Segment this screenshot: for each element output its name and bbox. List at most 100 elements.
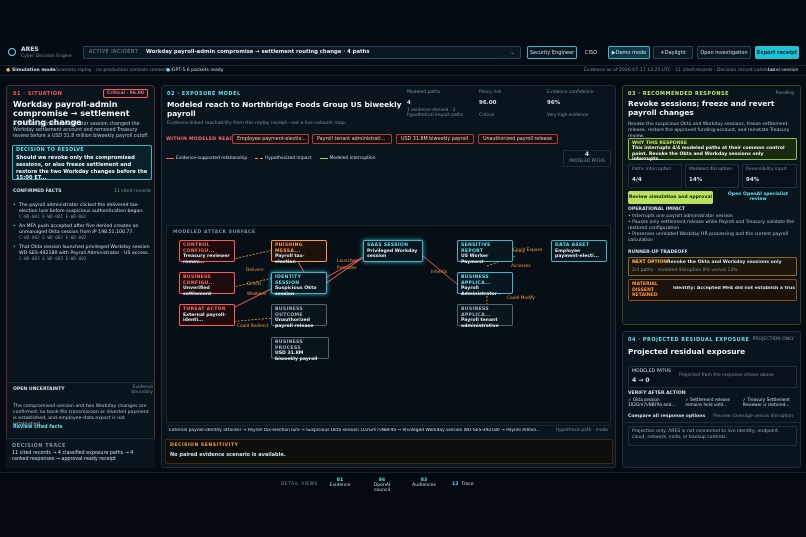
- review-cited-facts-link[interactable]: Review cited facts: [13, 425, 63, 430]
- pending-badge: Pending: [775, 91, 794, 96]
- metric-reversibility: Reversibility input 94%: [742, 164, 797, 188]
- stat-sub: 1 evidence-derived · 3 hypothetical impa…: [407, 108, 464, 119]
- metric-paths: Paths interrupted 4/4: [628, 164, 682, 188]
- op-impact-list: • Interrupts one payroll administrator s…: [628, 214, 796, 244]
- edge-label: Delivers: [246, 268, 264, 273]
- exposure-title: Modeled reach to Northbridge Foods Group…: [167, 100, 402, 118]
- status-bar: ● Simulation mode Scenario replay · no p…: [0, 66, 806, 76]
- trace-label: DECISION TRACE: [12, 443, 66, 449]
- role-ciso-button[interactable]: CISO: [580, 46, 602, 59]
- paths-count: 4: [584, 151, 590, 158]
- verify-list: ✓ Okta session 102Gm7vNBF9a and... ✓ Set…: [628, 397, 797, 411]
- decision-box: DECISION TO RESOLVE Should we revoke onl…: [12, 145, 152, 182]
- export-receipt-button[interactable]: Export receipt: [755, 46, 799, 59]
- decision-trace: DECISION TRACE 11 cited records → 4 clas…: [6, 438, 155, 468]
- trace-text: 11 cited records → 4 classified exposure…: [12, 451, 134, 463]
- node-saas-session[interactable]: SAAS SESSION Privileged Workday session: [363, 240, 423, 262]
- next-option-label: NEXT OPTION: [632, 260, 668, 265]
- daylight-button[interactable]: ☀ Daylight: [653, 46, 693, 59]
- situation-description: A phished payroll administrator session …: [13, 122, 150, 140]
- node-identity-session[interactable]: IDENTITY SESSION Suspicious Okta session: [271, 272, 327, 297]
- situation-panel: 01 · SITUATION Critical · 96.00 Workday …: [6, 85, 155, 468]
- edge-label: Could Modify: [507, 296, 535, 301]
- evidence-boundary-tag: Evidence boundary: [131, 385, 153, 396]
- edge-legend: Evidence-supported relationship Hypothes…: [166, 156, 376, 161]
- reach-chip[interactable]: USD 31.8M biweekly payroll: [396, 134, 474, 144]
- open-investigation-button[interactable]: Open investigation: [697, 46, 751, 59]
- reach-chip[interactable]: Unauthorized payroll release: [478, 134, 558, 144]
- paths-label: MODELED PATHS: [569, 158, 605, 163]
- demo-mode-button[interactable]: ▶ Demo mode: [608, 46, 650, 59]
- residual-paths-note: Projected from the response shown above: [679, 373, 774, 378]
- dissent-box: MATERIAL DISSENT RETAINED Identity: Acce…: [628, 279, 797, 301]
- projection-tag: PROJECTION ONLY: [752, 337, 794, 342]
- edge-label: Inherits: [431, 270, 448, 275]
- review-simulation-button[interactable]: Review simulation and approval: [628, 191, 713, 204]
- legend-item: Modeled interruption: [329, 156, 376, 161]
- stat-sub: Very high evidence: [547, 113, 589, 118]
- decision-sensitivity: DECISION SENSITIVITY No paired evidence …: [165, 439, 613, 464]
- node-business-application[interactable]: BUSINESS APPLICA... Payroll Administrator…: [457, 272, 513, 297]
- edge-label: Launches: [337, 259, 358, 264]
- packets-dot-icon: ●: [166, 68, 171, 73]
- reach-chip[interactable]: Payroll tenant administrati...: [312, 134, 392, 144]
- node-business-outcome[interactable]: BUSINESS OUTCOME Unauthorized payroll rel…: [271, 304, 327, 329]
- node-threat-actor[interactable]: THREAT ACTOR External payroll-identi...: [179, 304, 235, 326]
- node-business-configuration[interactable]: BUSINESS CONFIGU... Unverified settlement: [179, 272, 235, 297]
- metric-disruption: Modeled disruption 14%: [685, 164, 739, 188]
- decision-text: Should we revoke only the compromised se…: [16, 155, 148, 182]
- detail-evidence-tab[interactable]: 81 Evidence: [326, 478, 354, 488]
- legend-item: Evidence-supported relationship: [176, 156, 248, 161]
- fact-citations: C-WD-002 E-WD-002 E-WD-002: [19, 236, 87, 242]
- open-uncertainty-label: OPEN UNCERTAINTY: [13, 387, 65, 392]
- evidence-line-icon: [166, 158, 174, 159]
- edge-label: Grants: [247, 282, 262, 287]
- next-option-sub: 2/4 paths · modeled disruption 8% versus…: [632, 268, 738, 273]
- residual-panel: 04 · PROJECTED RESIDUAL EXPOSURE PROJECT…: [622, 331, 801, 468]
- app-name: ARES: [21, 46, 39, 53]
- hypothesis-line-icon: [255, 158, 264, 159]
- reach-chip[interactable]: Employee payment-electio...: [232, 134, 309, 144]
- verify-item: ✓ Treasury Settlement Reviewer is restor…: [742, 397, 790, 408]
- replay-label: Scenario replay · no production controls…: [56, 68, 174, 73]
- divider: [623, 422, 800, 423]
- why-box: WHY THIS RESPONSE This interrupts 4/4 mo…: [628, 138, 797, 163]
- bullet-icon: •: [13, 224, 16, 230]
- response-header: 03 · RECOMMENDED RESPONSE: [628, 91, 730, 97]
- node-payroll-tenant[interactable]: BUSINESS APPLICA... Payroll tenant admini…: [457, 304, 513, 329]
- edge-delivers: [228, 249, 274, 261]
- compare-link[interactable]: Compare all response options: [628, 414, 705, 419]
- role-security-engineer-button[interactable]: Security Engineer: [527, 46, 577, 59]
- dissent-label: MATERIAL DISSENT RETAINED: [632, 282, 658, 298]
- edge-label: Precedes: [337, 266, 357, 271]
- openai-review-link[interactable]: Open OpenAI specialist review: [719, 192, 797, 203]
- incident-label: ACTIVE INCIDENT: [89, 50, 139, 55]
- detail-trace-tab[interactable]: 12 Trace: [452, 482, 474, 487]
- evidence-timestamp: Evidence as of 2026-07-17 13:25 UTC · 11…: [584, 68, 776, 73]
- edge-label: Accesses: [511, 264, 531, 269]
- confirmed-facts-label: CONFIRMED FACTS: [13, 189, 62, 194]
- fact-item[interactable]: • That Okta session launched privileged W…: [13, 245, 151, 262]
- interruption-line-icon: [319, 158, 328, 159]
- fact-item[interactable]: • The payroll administrator clicked the d…: [13, 203, 151, 220]
- footer: DETAIL VIEWS 81 Evidence 86 OpenAI council…: [0, 472, 806, 537]
- node-sensitive-report[interactable]: SENSITIVE REPORT US Worker Payment: [457, 240, 513, 265]
- node-control-configuration[interactable]: CONTROL CONFIGU... Treasury reviewer remo…: [179, 240, 235, 265]
- chain-text: External payroll-identity attacker → Pay…: [169, 428, 541, 433]
- decision-label: DECISION TO RESOLVE: [16, 148, 85, 153]
- fact-item[interactable]: • An MFA push accepted after five denied …: [13, 224, 151, 241]
- stat-value: 4: [407, 100, 411, 106]
- detail-audiences-tab[interactable]: 83 Audiences: [410, 478, 438, 488]
- node-business-process[interactable]: BUSINESS PROCESS USD 31.8M biweekly payro…: [271, 337, 329, 362]
- incident-selector[interactable]: ACTIVE INCIDENT Workday payroll-admin co…: [83, 46, 521, 59]
- node-data-asset[interactable]: DATA ASSET Employee payment-electi...: [551, 240, 607, 262]
- stat-label: Policy risk: [479, 90, 502, 95]
- why-text: This interrupts 4/4 modeled paths at the…: [632, 146, 785, 163]
- node-phishing-message[interactable]: PHISHING MESSA... Payroll tax-election: [271, 240, 327, 265]
- bullet-icon: •: [13, 203, 16, 208]
- detail-openai-tab[interactable]: 86 OpenAI council: [366, 478, 398, 493]
- stat-label: Modeled paths: [407, 90, 441, 95]
- op-item: • Pauses only settlement release while P…: [628, 219, 795, 231]
- stat-value: 96%: [547, 100, 561, 106]
- chain-tag: Hypothesis path · mode: [555, 428, 608, 433]
